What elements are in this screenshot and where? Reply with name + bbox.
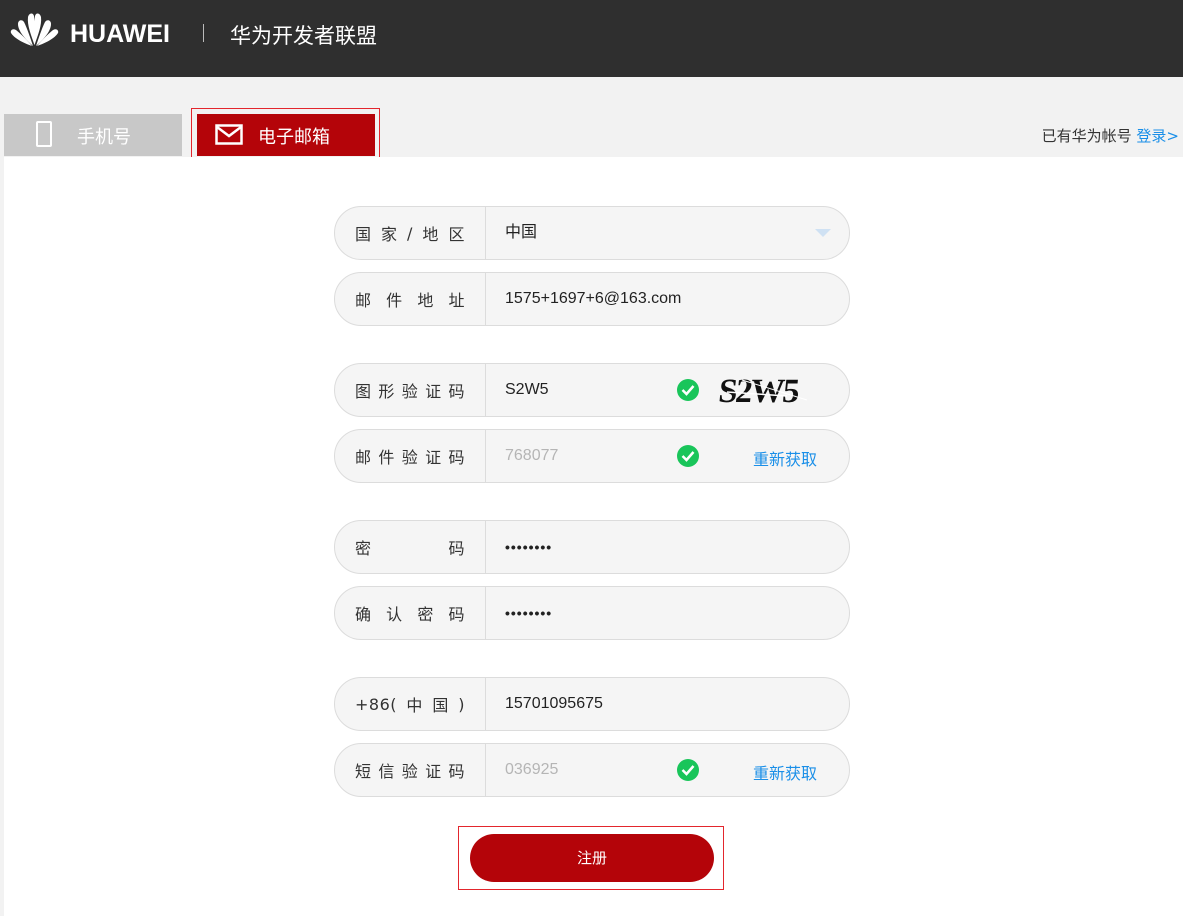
label-char: 密 [355, 539, 372, 558]
captcha-image[interactable]: S2W5 [717, 370, 813, 410]
envelope-icon [215, 124, 243, 145]
label-char: 码 [448, 448, 465, 467]
register-button[interactable]: 注册 [470, 834, 714, 882]
label-char: 证 [425, 382, 442, 401]
label-char: 验 [401, 762, 419, 781]
country-label: 国 家 / 地 区 [335, 207, 486, 259]
email-input[interactable] [505, 273, 825, 325]
country-select-value[interactable]: 中国 [505, 207, 685, 259]
email-code-label: 邮 件 验 证 码 [335, 430, 486, 482]
confirm-password-input[interactable]: •••••••• [505, 587, 685, 639]
label-char: 地 [422, 225, 439, 244]
sms-code-input[interactable]: 036925 [505, 744, 685, 796]
chevron-down-icon[interactable] [815, 229, 831, 237]
label-char: 件 [386, 291, 403, 310]
label-char: 码 [448, 605, 465, 624]
email-code-field[interactable]: 邮 件 验 证 码 768077 重新获取 [334, 429, 850, 483]
top-bar: HUAWEI 华为开发者联盟 [0, 0, 1183, 77]
label-char: 码 [448, 382, 465, 401]
label-char: ) [458, 694, 465, 714]
phone-input[interactable] [505, 678, 685, 730]
confirm-password-label: 确 认 密 码 [335, 587, 486, 639]
tab-email-label: 电子邮箱 [258, 127, 330, 148]
label-char: +86( [355, 694, 398, 714]
label-char: 地 [417, 291, 434, 310]
country-field[interactable]: 国 家 / 地 区 中国 [334, 206, 850, 260]
captcha-field[interactable]: 图 形 验 证 码 S2W5 [334, 363, 850, 417]
password-field[interactable]: 密 码 •••••••• [334, 520, 850, 574]
label-char: 密 [417, 605, 434, 624]
label-char: 中 [406, 696, 423, 715]
header-divider [203, 24, 204, 42]
brand-name: HUAWEI [70, 20, 170, 48]
label-char: 址 [448, 291, 465, 310]
label-char: 邮 [355, 448, 372, 467]
site-title: 华为开发者联盟 [230, 24, 377, 48]
label-char: 短 [355, 762, 372, 781]
password-input[interactable]: •••••••• [505, 521, 685, 573]
check-icon [677, 445, 699, 467]
sms-code-label: 短 信 验 证 码 [335, 744, 486, 796]
captcha-input[interactable] [505, 364, 685, 416]
mobile-phone-icon [36, 121, 52, 147]
captcha-label: 图 形 验 证 码 [335, 364, 486, 416]
label-char: 家 [381, 225, 398, 244]
label-char: 国 [355, 225, 372, 244]
label-char: / [407, 223, 413, 243]
check-icon [677, 759, 699, 781]
label-char: 认 [386, 605, 403, 624]
label-char: 验 [401, 448, 419, 467]
label-char: 邮 [355, 291, 372, 310]
label-char: 码 [448, 762, 465, 781]
tab-email[interactable]: 电子邮箱 [197, 114, 375, 156]
phone-field[interactable]: +86( 中 国 ) [334, 677, 850, 731]
sms-code-field[interactable]: 短 信 验 证 码 036925 重新获取 [334, 743, 850, 797]
email-code-input[interactable]: 768077 [505, 430, 685, 482]
label-char: 图 [355, 382, 372, 401]
email-field[interactable]: 邮 件 地 址 [334, 272, 850, 326]
label-char: 确 [355, 605, 372, 624]
email-label: 邮 件 地 址 [335, 273, 486, 325]
password-label: 密 码 [335, 521, 486, 573]
label-char: 信 [378, 762, 395, 781]
check-icon [677, 379, 699, 401]
label-char: 形 [378, 382, 395, 401]
login-hint: 已有华为帐号 登录> [1042, 125, 1179, 146]
label-char: 件 [378, 448, 395, 467]
resend-email-code-link[interactable]: 重新获取 [753, 446, 817, 470]
login-link[interactable]: 登录> [1136, 127, 1179, 145]
tab-phone-label: 手机号 [77, 127, 131, 148]
label-char: 国 [432, 696, 449, 715]
resend-sms-code-link[interactable]: 重新获取 [753, 760, 817, 784]
label-char: 验 [401, 382, 419, 401]
label-char: 证 [425, 762, 442, 781]
label-char: 证 [425, 448, 442, 467]
phone-label: +86( 中 国 ) [335, 678, 486, 730]
label-char: 区 [448, 225, 465, 244]
login-hint-text: 已有华为帐号 [1041, 127, 1132, 145]
label-char: 码 [448, 539, 465, 558]
huawei-logo-icon[interactable] [9, 11, 60, 47]
confirm-password-field[interactable]: 确 认 密 码 •••••••• [334, 586, 850, 640]
tab-phone[interactable]: 手机号 [4, 114, 182, 156]
